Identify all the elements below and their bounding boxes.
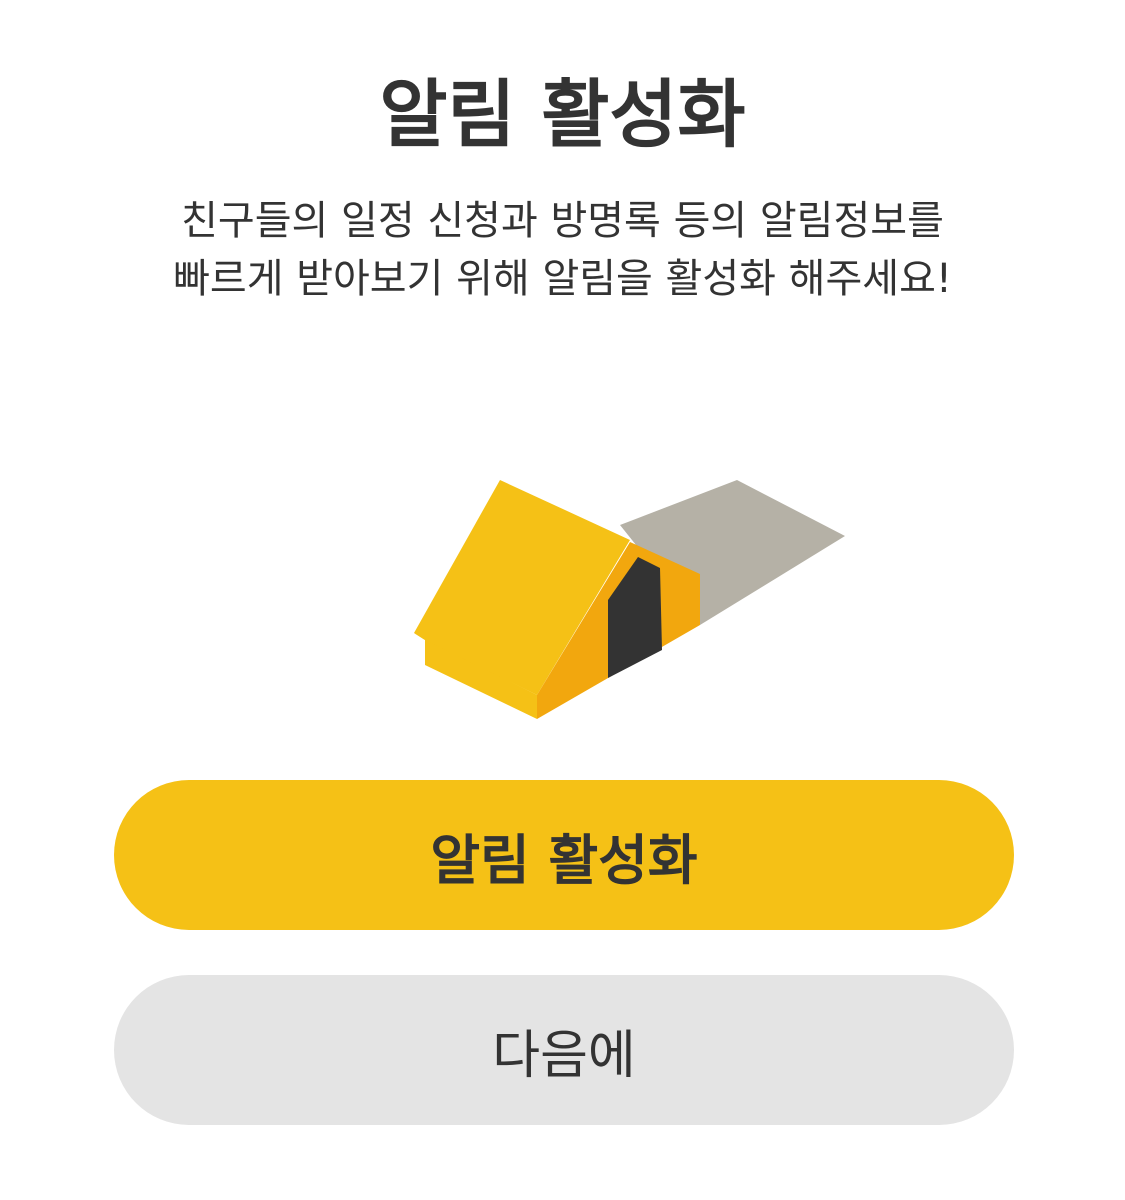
tent-icon [414, 480, 845, 719]
page-title: 알림 활성화 [379, 72, 746, 158]
description: 친구들의 일정 신청과 방명록 등의 알림정보를 빠르게 받아보기 위해 알림을… [0, 192, 1125, 308]
enable-notifications-button[interactable]: 알림 활성화 [114, 780, 1014, 930]
description-line-2: 빠르게 받아보기 위해 알림을 활성화 해주세요! [173, 256, 952, 302]
later-button[interactable]: 다음에 [114, 975, 1014, 1125]
description-line-1: 친구들의 일정 신청과 방명록 등의 알림정보를 [181, 198, 944, 244]
